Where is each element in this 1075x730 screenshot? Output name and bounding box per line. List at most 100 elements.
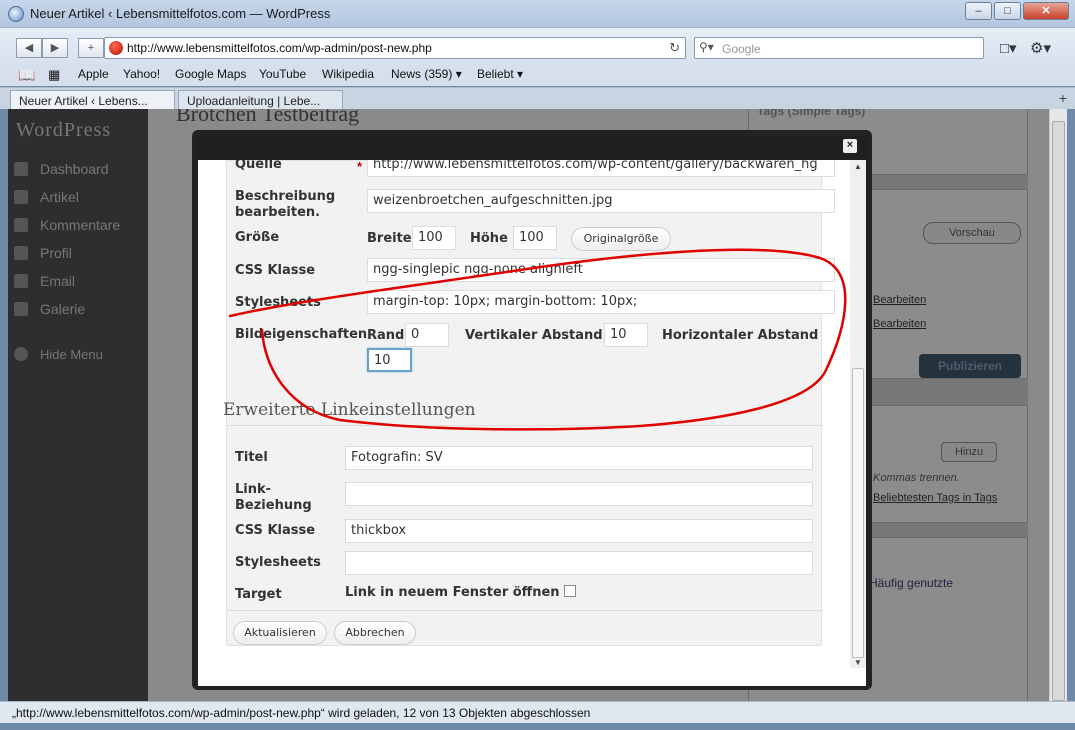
target-label: Target bbox=[235, 587, 282, 602]
bildeigenschaften-label: Bildeigenschaften bbox=[235, 327, 368, 342]
close-icon[interactable]: × bbox=[843, 139, 857, 153]
stylesheets-input[interactable]: margin-top: 10px; margin-bottom: 10px; bbox=[367, 290, 835, 314]
bookmark-news-label: News (359) bbox=[391, 67, 453, 81]
bookmark-google-maps[interactable]: Google Maps bbox=[175, 67, 246, 81]
quelle-input[interactable]: http://www.lebensmittelfotos.com/wp-cont… bbox=[367, 160, 835, 177]
bookmark-youtube[interactable]: YouTube bbox=[259, 67, 306, 81]
back-button[interactable]: ◀ bbox=[16, 38, 42, 58]
modal-header bbox=[198, 136, 866, 160]
dashboard-icon bbox=[14, 162, 28, 176]
edit-link-2[interactable]: Bearbeiten bbox=[873, 318, 926, 330]
page-scrollbar[interactable] bbox=[1049, 109, 1067, 701]
horizontal-label: Horizontaler Abstand bbox=[662, 328, 819, 343]
menu-dashboard[interactable]: Dashboard bbox=[14, 161, 109, 177]
menu-hide-label: Hide Menu bbox=[40, 347, 103, 362]
post-title: Brötchen Testbeitrag bbox=[176, 109, 360, 126]
bookmark-wikipedia[interactable]: Wikipedia bbox=[322, 67, 374, 81]
link-css-klasse-input[interactable]: thickbox bbox=[345, 519, 813, 543]
beschreibung-input[interactable]: weizenbroetchen_aufgeschnitten.jpg bbox=[367, 189, 835, 213]
vertikal-input[interactable]: 10 bbox=[604, 323, 648, 347]
section-divider bbox=[227, 425, 823, 426]
scroll-down-icon[interactable]: ▼ bbox=[854, 658, 862, 667]
minimize-button[interactable]: – bbox=[965, 2, 992, 20]
search-input[interactable]: ⚲▾ Google bbox=[694, 37, 984, 59]
maximize-button[interactable]: □ bbox=[994, 2, 1021, 20]
comments-icon bbox=[14, 218, 28, 232]
reload-icon[interactable]: ↻ bbox=[669, 40, 680, 56]
link-beziehung-label: Link-Beziehung bbox=[235, 482, 312, 513]
top-sites-grid-icon[interactable]: ▦ bbox=[48, 67, 60, 83]
menu-kommentare[interactable]: Kommentare bbox=[14, 217, 120, 233]
rand-label: Rand bbox=[367, 328, 405, 343]
quelle-label: Quelle bbox=[235, 160, 282, 172]
scroll-up-icon[interactable]: ▲ bbox=[854, 162, 862, 171]
hoehe-input[interactable]: 100 bbox=[513, 226, 557, 250]
browser-toolbar: ◀ ▶ + http://www.lebensmittelfotos.com/w… bbox=[0, 28, 1075, 68]
menu-artikel-label: Artikel bbox=[40, 189, 79, 205]
edit-link-1[interactable]: Bearbeiten bbox=[873, 294, 926, 306]
preview-button[interactable]: Vorschau bbox=[923, 222, 1021, 244]
browser-icon bbox=[8, 6, 24, 22]
titel-label: Titel bbox=[235, 450, 268, 465]
bookmarks-bar: 📖 ▦ Apple Yahoo! Google Maps YouTube Wik… bbox=[0, 64, 1075, 86]
beschreibung-label: Beschreibung bearbeiten. bbox=[235, 189, 336, 220]
search-placeholder: Google bbox=[722, 42, 761, 56]
bookmark-news[interactable]: News (359) ▾ bbox=[391, 67, 462, 81]
bookmark-yahoo[interactable]: Yahoo! bbox=[123, 67, 160, 81]
popular-tags-link[interactable]: Beliebtesten Tags in Tags bbox=[873, 492, 997, 504]
gear-icon[interactable]: ⚙▾ bbox=[1030, 39, 1051, 57]
hinzu-button[interactable]: Hinzu bbox=[941, 442, 997, 462]
collapse-icon bbox=[14, 347, 28, 361]
menu-profil[interactable]: Profil bbox=[14, 245, 72, 261]
link-stylesheets-label: Stylesheets bbox=[235, 555, 321, 570]
footer-divider bbox=[227, 610, 823, 611]
tab-uploadanleitung[interactable]: Uploadanleitung | Lebe... bbox=[178, 90, 343, 110]
breite-input[interactable]: 100 bbox=[412, 226, 456, 250]
page-menu-icon[interactable]: □▾ bbox=[1000, 39, 1017, 57]
link-stylesheets-input[interactable] bbox=[345, 551, 813, 575]
menu-profil-label: Profil bbox=[40, 245, 72, 261]
tab-neuer-artikel[interactable]: Neuer Artikel ‹ Lebens... bbox=[10, 90, 175, 110]
wp-admin-menu: WordPress Dashboard Artikel Kommentare P… bbox=[8, 109, 148, 701]
site-favicon-icon bbox=[109, 41, 123, 55]
bookmark-beliebt[interactable]: Beliebt ▾ bbox=[477, 67, 523, 81]
address-text: http://www.lebensmittelfotos.com/wp-admi… bbox=[127, 41, 432, 55]
new-window-checkbox[interactable] bbox=[564, 585, 576, 597]
reading-list-icon[interactable]: 📖 bbox=[18, 67, 35, 84]
modal-scrollbar-thumb[interactable] bbox=[852, 368, 864, 658]
email-icon bbox=[14, 274, 28, 288]
users-icon bbox=[14, 246, 28, 260]
address-bar[interactable]: http://www.lebensmittelfotos.com/wp-admi… bbox=[104, 37, 686, 59]
menu-galerie-label: Galerie bbox=[40, 301, 86, 317]
close-window-button[interactable]: ✕ bbox=[1023, 2, 1069, 20]
menu-hide[interactable]: Hide Menu bbox=[14, 347, 103, 362]
forward-button[interactable]: ▶ bbox=[42, 38, 68, 58]
frequent-tab[interactable]: Häufig genutzte bbox=[869, 576, 953, 590]
rand-input[interactable]: 0 bbox=[405, 323, 449, 347]
add-bookmark-button[interactable]: + bbox=[78, 38, 104, 58]
new-tab-icon[interactable]: + bbox=[1059, 90, 1067, 106]
window-titlebar: Neuer Artikel ‹ Lebensmittelfotos.com — … bbox=[0, 0, 1075, 28]
pin-icon bbox=[14, 190, 28, 204]
titel-input[interactable]: Fotografin: SV bbox=[345, 446, 813, 470]
search-icon: ⚲▾ bbox=[699, 40, 714, 54]
image-edit-modal: Quelle * http://www.lebensmittelfotos.co… bbox=[198, 160, 866, 686]
modal-scrollbar[interactable]: ▲ ▼ bbox=[850, 160, 866, 668]
image-edit-form: Quelle * http://www.lebensmittelfotos.co… bbox=[223, 160, 835, 646]
originalgroesse-button[interactable]: Originalgröße bbox=[571, 227, 671, 251]
vertikal-label: Vertikaler Abstand bbox=[465, 328, 603, 343]
menu-galerie[interactable]: Galerie bbox=[14, 301, 85, 317]
horizontal-input[interactable]: 10 bbox=[367, 348, 412, 372]
hoehe-label: Höhe bbox=[470, 231, 508, 246]
css-klasse-input[interactable]: ngg-singlepic ngg-none alignleft bbox=[367, 258, 835, 282]
status-text: „http://www.lebensmittelfotos.com/wp-adm… bbox=[12, 706, 591, 720]
menu-artikel[interactable]: Artikel bbox=[14, 189, 79, 205]
link-beziehung-input[interactable] bbox=[345, 482, 813, 506]
aktualisieren-button[interactable]: Aktualisieren bbox=[233, 621, 327, 645]
publish-button[interactable]: Publizieren bbox=[919, 354, 1021, 378]
abbrechen-button[interactable]: Abbrechen bbox=[334, 621, 416, 645]
menu-email[interactable]: Email bbox=[14, 273, 75, 289]
page-scrollbar-thumb[interactable] bbox=[1052, 121, 1065, 701]
bookmark-apple[interactable]: Apple bbox=[78, 67, 109, 81]
stylesheets-label: Stylesheets bbox=[235, 295, 321, 310]
